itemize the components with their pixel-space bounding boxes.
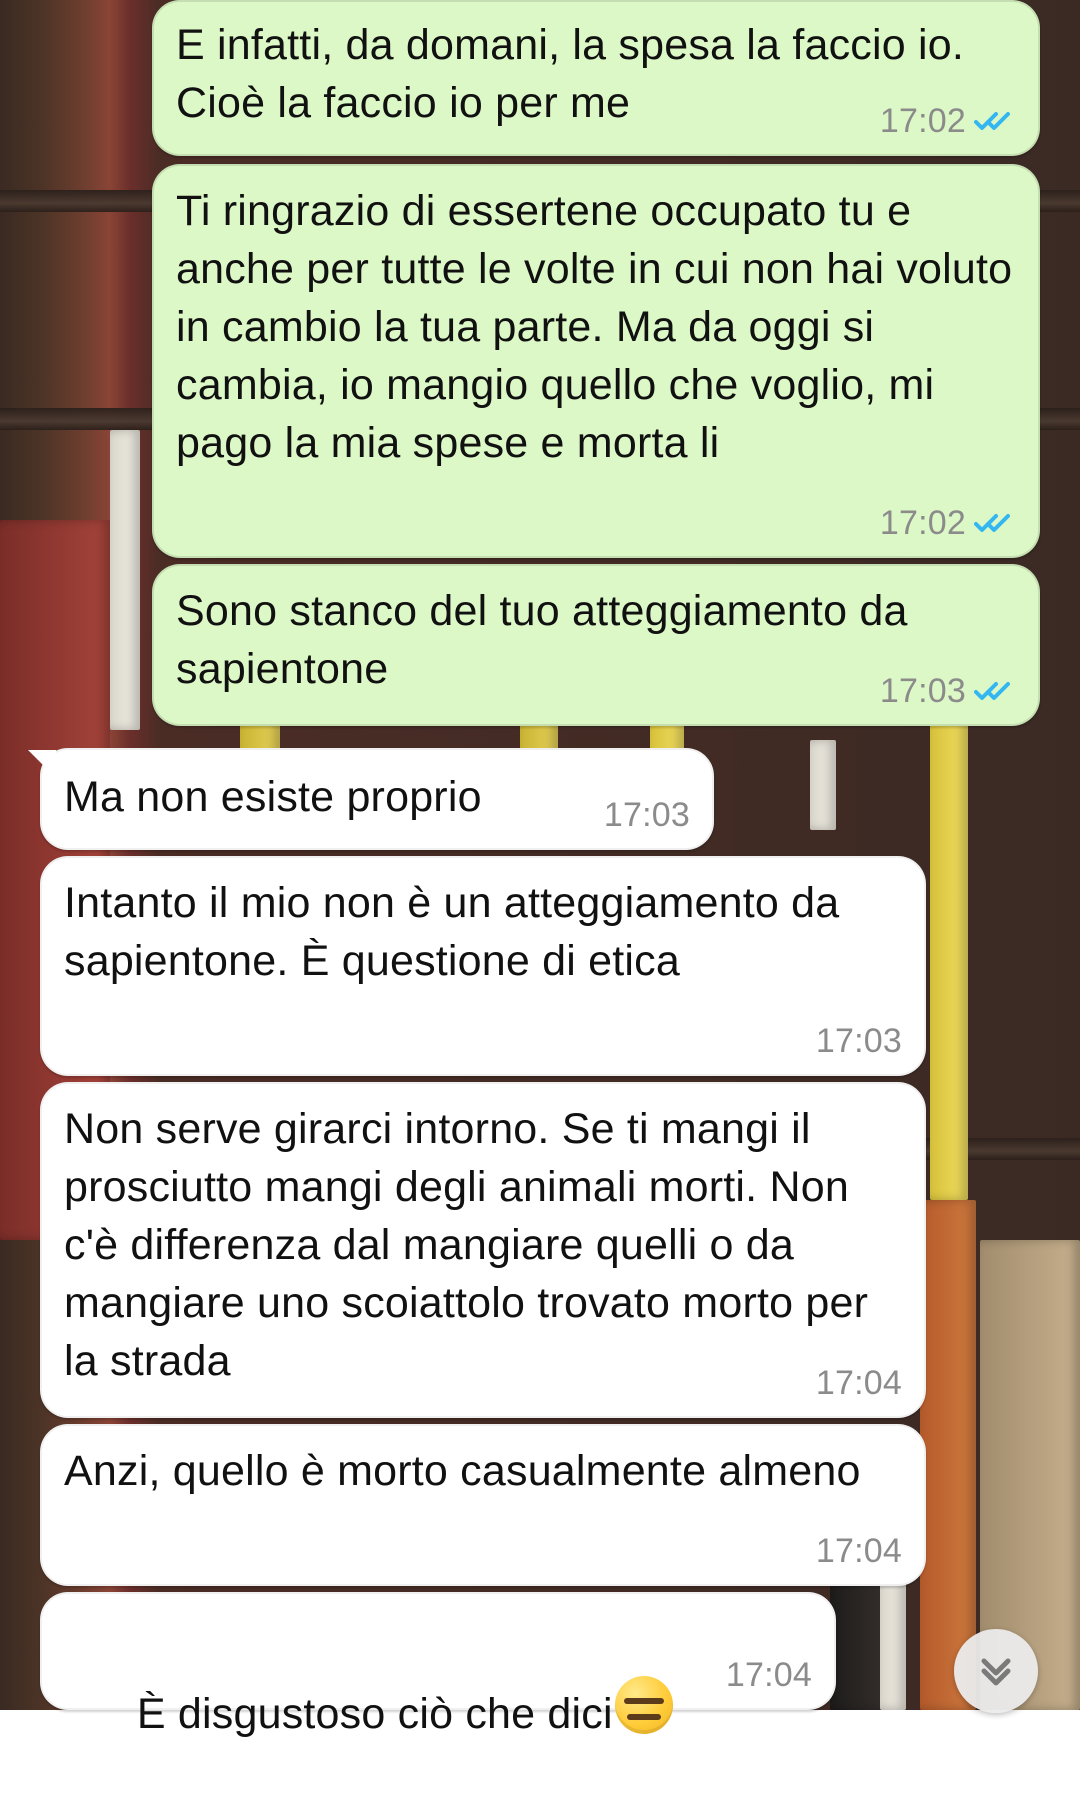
message-time: 17:03 — [879, 672, 966, 710]
message-meta: 17:04 — [816, 1366, 902, 1400]
message-text: Anzi, quello è morto casualmente almeno — [64, 1447, 861, 1495]
scroll-to-bottom-button[interactable] — [954, 1629, 1038, 1713]
message-meta: 17:04 — [726, 1658, 812, 1692]
double-check-icon — [974, 682, 1010, 700]
message-time: 17:03 — [603, 796, 690, 834]
message-text-part: È disgustoso ciò che dici — [136, 1690, 613, 1738]
message-text: Ti ringrazio di essertene occupato tu e … — [176, 187, 1025, 467]
message-bubble-outgoing[interactable]: Sono stanco del tuo atteggiamento da sap… — [152, 564, 1040, 726]
message-time: 17:04 — [815, 1364, 902, 1402]
message-text: È disgustoso ciò che dici — [64, 1612, 812, 1801]
message-bubble-outgoing[interactable]: Ti ringrazio di essertene occupato tu e … — [152, 164, 1040, 558]
message-meta: 17:03 — [604, 798, 690, 832]
message-time: 17:03 — [815, 1022, 902, 1060]
chevron-double-down-icon — [981, 1658, 1011, 1686]
message-text: Intanto il mio non è un atteggiamento da… — [64, 879, 852, 985]
message-bubble-outgoing[interactable]: E infatti, da domani, la spesa la faccio… — [152, 0, 1040, 156]
message-meta: 17:04 — [816, 1534, 902, 1568]
double-check-icon — [974, 112, 1010, 130]
message-bubble-incoming[interactable]: Non serve girarci intorno. Se ti mangi i… — [40, 1082, 926, 1418]
message-bubble-incoming[interactable]: Anzi, quello è morto casualmente almeno … — [40, 1424, 926, 1586]
bubble-tail — [28, 750, 56, 778]
message-bubble-incoming[interactable]: È disgustoso ciò che dici 17:04 — [40, 1592, 836, 1738]
message-time: 17:02 — [879, 504, 966, 542]
message-bubble-incoming[interactable]: Ma non esiste proprio 17:03 — [28, 748, 714, 850]
chat-thread[interactable]: E infatti, da domani, la spesa la faccio… — [0, 0, 1080, 1738]
message-meta: 17:02 — [880, 104, 1016, 138]
message-bubble-incoming[interactable]: Intanto il mio non è un atteggiamento da… — [40, 856, 926, 1076]
message-time: 17:04 — [725, 1656, 812, 1694]
message-meta: 17:03 — [816, 1024, 902, 1058]
message-time: 17:02 — [879, 102, 966, 140]
message-meta: 17:03 — [880, 674, 1016, 708]
double-check-icon — [974, 514, 1010, 532]
message-meta: 17:02 — [880, 506, 1016, 540]
expressionless-face-emoji — [614, 1676, 673, 1734]
message-time: 17:04 — [815, 1532, 902, 1570]
message-text: Ma non esiste proprio — [64, 773, 482, 821]
message-text: Non serve girarci intorno. Se ti mangi i… — [64, 1105, 881, 1385]
